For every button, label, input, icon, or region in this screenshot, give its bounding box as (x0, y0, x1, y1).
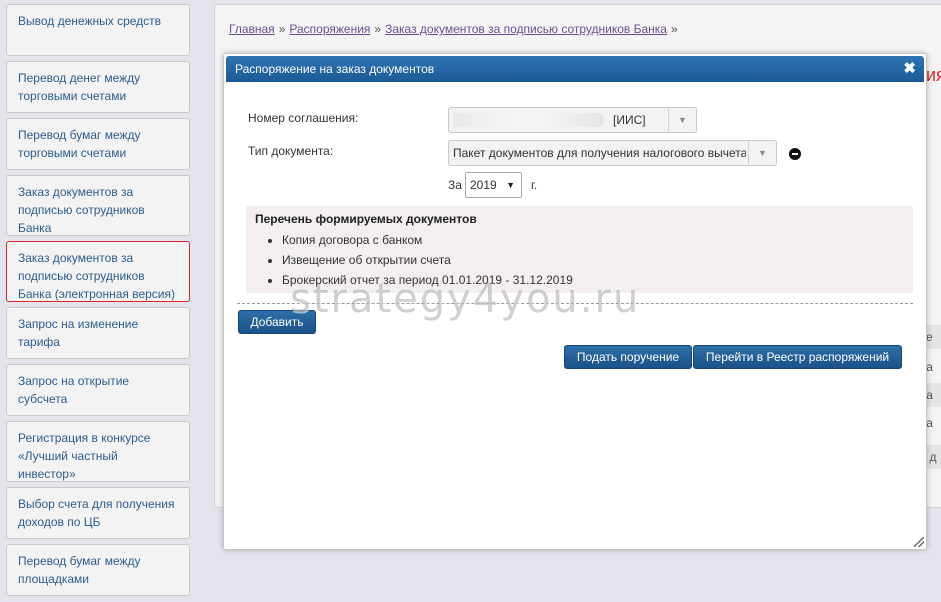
breadcrumb: Главная» Распоряжения» Заказ документов за… (229, 22, 682, 36)
breadcrumb-orders-link[interactable]: Распоряжения (289, 22, 370, 36)
agreement-number-redacted (453, 113, 603, 127)
breadcrumb-separator: » (278, 22, 286, 36)
sidebar-item-label: Выбор счета для получения доходов по ЦБ (18, 497, 175, 529)
sidebar-item-label: Перевод бумаг между торговыми счетами (18, 128, 141, 160)
doctype-label: Тип документа: (248, 144, 334, 158)
sidebar-item-income-account[interactable]: Выбор счета для получения доходов по ЦБ (6, 487, 190, 539)
resize-handle-icon[interactable] (914, 537, 924, 547)
agreement-select-value: [ИИС] (613, 113, 646, 127)
year-select-value: 2019 (470, 178, 497, 192)
chevron-down-icon: ▼ (748, 141, 776, 165)
sidebar-item-label: Запрос на изменение тарифа (18, 317, 139, 349)
agreement-select[interactable]: [ИИС] ▼ (448, 107, 697, 133)
sidebar-item-label: Запрос на открытие субсчета (18, 374, 130, 406)
sidebar-item-label: Заказ документов за подписью сотрудников… (18, 251, 176, 301)
sidebar-item-order-docs[interactable]: Заказ документов за подписью сотрудников… (6, 175, 190, 236)
sidebar-item-order-docs-electronic[interactable]: Заказ документов за подписью сотрудников… (6, 241, 190, 302)
documents-list-title: Перечень формируемых документов (255, 212, 477, 226)
sidebar-item-securities-transfer[interactable]: Перевод бумаг между торговыми счетами (6, 118, 190, 170)
sidebar: Вывод денежных средств Перевод денег меж… (6, 4, 190, 601)
doctype-select[interactable]: Пакет документов для получения налоговог… (448, 140, 777, 166)
close-icon[interactable]: ✖ (903, 56, 916, 82)
doctype-select-value: Пакет документов для получения налоговог… (453, 146, 746, 160)
dropdown-arrow-icon: ▼ (506, 180, 515, 190)
sidebar-item-label: Вывод денежных средств (18, 14, 162, 28)
breadcrumb-home-link[interactable]: Главная (229, 22, 275, 36)
go-to-registry-button[interactable]: Перейти в Реестр распоряжений (693, 345, 902, 369)
agreement-label: Номер соглашения: (248, 111, 359, 125)
chevron-down-icon: ▼ (668, 108, 696, 132)
dialog-header: Распоряжение на заказ документов ✖ (226, 56, 924, 82)
breadcrumb-separator: » (374, 22, 382, 36)
sidebar-item-label: Регистрация в конкурсе «Лучший частный и… (18, 431, 151, 481)
sidebar-item-money-transfer[interactable]: Перевод денег между торговыми счетами (6, 61, 190, 113)
sidebar-item-label: Заказ документов за подписью сотрудников… (18, 185, 145, 235)
sidebar-item-label: Перевод бумаг между площадками (18, 554, 141, 586)
year-prefix: За (448, 178, 462, 192)
sidebar-item-change-tariff[interactable]: Запрос на изменение тарифа (6, 307, 190, 359)
sidebar-item-label: Перевод денег между торговыми счетами (18, 71, 141, 103)
year-suffix: г. (531, 178, 538, 192)
sidebar-item-withdraw[interactable]: Вывод денежных средств (6, 4, 190, 56)
submit-order-button[interactable]: Подать поручение (564, 345, 692, 369)
dialog-title: Распоряжение на заказ документов (235, 62, 435, 76)
breadcrumb-separator: » (670, 22, 678, 36)
background-heading: ия (926, 65, 941, 85)
breadcrumb-current-link[interactable]: Заказ документов за подписью сотрудников… (385, 22, 667, 36)
sidebar-item-transfer-between-sites[interactable]: Перевод бумаг между площадками (6, 544, 190, 596)
sidebar-item-contest-registration[interactable]: Регистрация в конкурсе «Лучший частный и… (6, 421, 190, 482)
watermark: strategy4you.ru (290, 276, 641, 322)
remove-icon[interactable] (789, 148, 801, 160)
sidebar-item-open-subaccount[interactable]: Запрос на открытие субсчета (6, 364, 190, 416)
list-item: Извещение об открытии счета (282, 250, 904, 270)
list-item: Копия договора с банком (282, 230, 904, 250)
year-select[interactable]: 2019 ▼ (465, 172, 522, 198)
